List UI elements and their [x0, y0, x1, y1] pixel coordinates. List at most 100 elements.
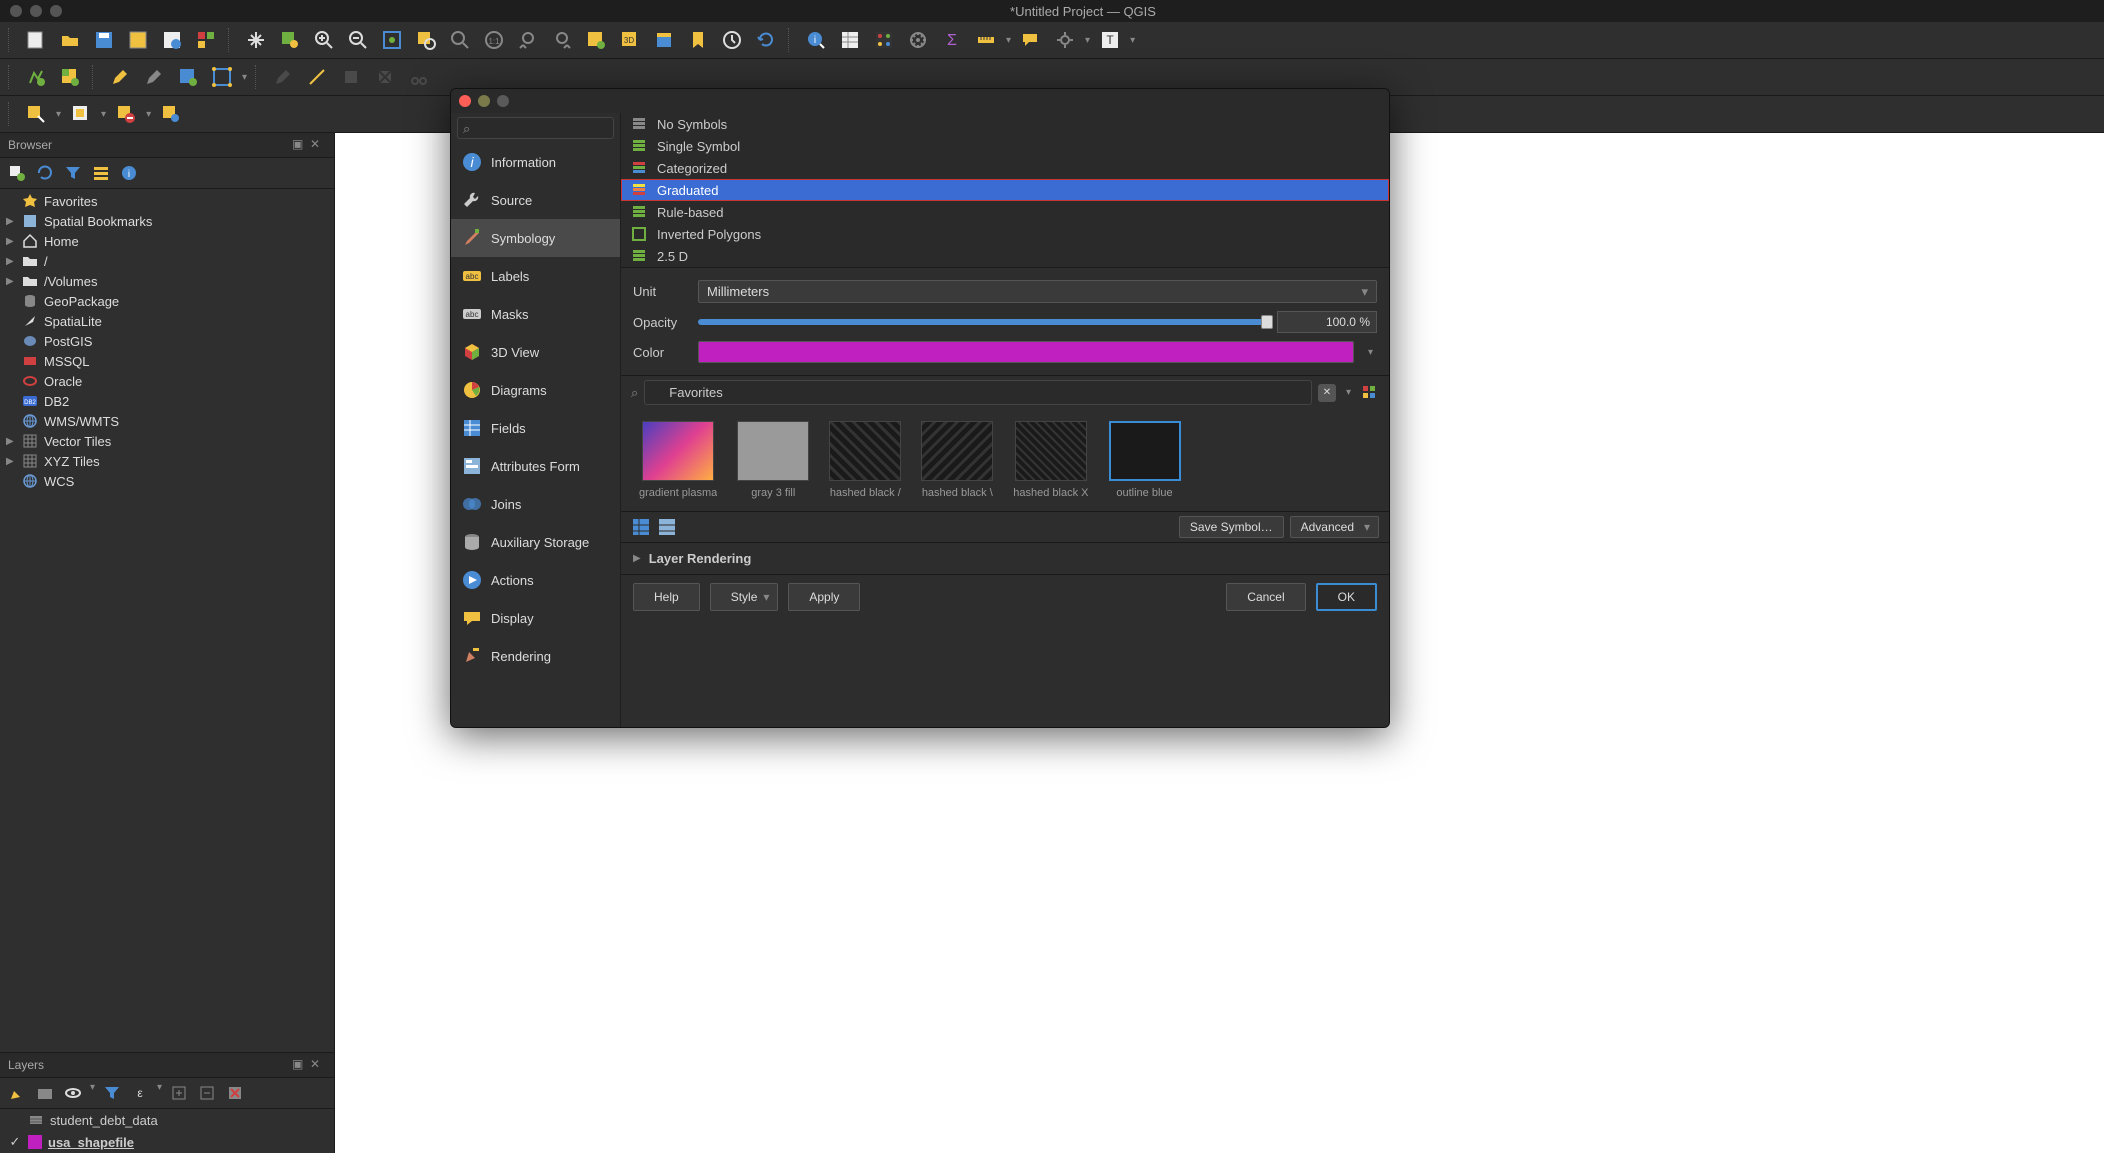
select-all-button[interactable] — [67, 100, 95, 128]
expression-button[interactable]: ε — [129, 1082, 151, 1104]
attributes-table-button[interactable] — [836, 26, 864, 54]
delete-button[interactable] — [371, 63, 399, 91]
nav-diagrams[interactable]: Diagrams — [451, 371, 620, 409]
browser-item[interactable]: MSSQL — [0, 351, 334, 371]
time-button[interactable] — [718, 26, 746, 54]
zoom-next-button[interactable] — [548, 26, 576, 54]
nav-rendering[interactable]: Rendering — [451, 637, 620, 675]
new-project-button[interactable] — [22, 26, 50, 54]
save-symbol-button[interactable]: Save Symbol… — [1179, 516, 1284, 538]
renderer-list[interactable]: No SymbolsSingle SymbolCategorizedGradua… — [621, 113, 1389, 268]
expand-all-button[interactable] — [168, 1082, 190, 1104]
zoom-layer-button[interactable] — [446, 26, 474, 54]
browser-item[interactable]: WMS/WMTS — [0, 411, 334, 431]
window-traffic-lights[interactable] — [0, 5, 62, 17]
browser-item[interactable]: ▶Vector Tiles — [0, 431, 334, 451]
select-location-button[interactable] — [157, 100, 185, 128]
undock-icon[interactable]: ▣ — [292, 1057, 308, 1073]
grid-view-icon[interactable] — [657, 517, 677, 537]
zoom-last-button[interactable] — [514, 26, 542, 54]
collapse-all-button[interactable] — [196, 1082, 218, 1104]
ok-button[interactable]: OK — [1316, 583, 1377, 611]
pan-button[interactable] — [242, 26, 270, 54]
unit-select[interactable]: Millimeters — [698, 280, 1377, 303]
measure-button[interactable] — [972, 26, 1000, 54]
nav-labels[interactable]: abcLabels — [451, 257, 620, 295]
minimize-icon[interactable] — [478, 95, 490, 107]
add-vector-button[interactable] — [22, 63, 50, 91]
deselect-button[interactable] — [112, 100, 140, 128]
browser-item[interactable]: GeoPackage — [0, 291, 334, 311]
open-project-button[interactable] — [56, 26, 84, 54]
symbol-search-input[interactable] — [644, 380, 1312, 405]
text-annotation-button[interactable]: T — [1096, 26, 1124, 54]
layers-list[interactable]: student_debt_data✓usa_shapefile — [0, 1109, 334, 1153]
browser-item[interactable]: ▶XYZ Tiles — [0, 451, 334, 471]
add-group-button[interactable] — [34, 1082, 56, 1104]
edit-toggle-button[interactable] — [106, 63, 134, 91]
opacity-slider[interactable] — [698, 319, 1267, 325]
visibility-button[interactable] — [62, 1082, 84, 1104]
refresh-browser-button[interactable] — [34, 162, 56, 184]
renderer-rule-based[interactable]: Rule-based — [621, 201, 1389, 223]
zoom-in-button[interactable] — [310, 26, 338, 54]
add-raster-button[interactable] — [56, 63, 84, 91]
browser-item[interactable]: PostGIS — [0, 331, 334, 351]
stats-button[interactable]: Σ — [938, 26, 966, 54]
bookmark-button[interactable] — [684, 26, 712, 54]
browser-item[interactable]: ▶/Volumes — [0, 271, 334, 291]
style-manager-icon[interactable] — [1361, 384, 1379, 402]
renderer-categorized[interactable]: Categorized — [621, 157, 1389, 179]
browser-item[interactable]: SpatiaLite — [0, 311, 334, 331]
zoom-native-button[interactable]: 1:1 — [480, 26, 508, 54]
save-button[interactable] — [90, 26, 118, 54]
renderer-no-symbols[interactable]: No Symbols — [621, 113, 1389, 135]
renderer-2.5-d[interactable]: 2.5 D — [621, 245, 1389, 267]
properties-browser-button[interactable]: i — [118, 162, 140, 184]
renderer-graduated[interactable]: Graduated — [621, 179, 1389, 201]
remove-layer-button[interactable] — [224, 1082, 246, 1104]
processing-button[interactable] — [904, 26, 932, 54]
add-feature-button[interactable] — [174, 63, 202, 91]
pan-selection-button[interactable] — [276, 26, 304, 54]
refresh-button[interactable] — [752, 26, 780, 54]
browser-tree[interactable]: Favorites▶Spatial Bookmarks▶Home▶/▶/Volu… — [0, 189, 334, 1052]
style-manager-button[interactable] — [158, 26, 186, 54]
help-button[interactable]: Help — [633, 583, 700, 611]
nav-joins[interactable]: Joins — [451, 485, 620, 523]
renderer-single-symbol[interactable]: Single Symbol — [621, 135, 1389, 157]
close-icon[interactable]: ✕ — [310, 1057, 326, 1073]
symbol-card[interactable]: gray 3 fill — [737, 421, 809, 499]
zoom-full-button[interactable] — [378, 26, 406, 54]
symbol-card[interactable]: outline blue — [1109, 421, 1181, 499]
nav-3d-view[interactable]: 3D View — [451, 333, 620, 371]
symbol-card[interactable]: hashed black \ — [921, 421, 993, 499]
layer-item[interactable]: student_debt_data — [0, 1109, 334, 1131]
chevron-down-icon[interactable]: ▾ — [1342, 387, 1355, 398]
opacity-value-input[interactable] — [1277, 311, 1377, 333]
close-icon[interactable]: ✕ — [310, 137, 326, 153]
filter-browser-button[interactable] — [62, 162, 84, 184]
renderer-inverted-polygons[interactable]: Inverted Polygons — [621, 223, 1389, 245]
cancel-button[interactable]: Cancel — [1226, 583, 1305, 611]
close-icon[interactable] — [459, 95, 471, 107]
undock-icon[interactable]: ▣ — [292, 137, 308, 153]
new-layout-button[interactable] — [124, 26, 152, 54]
browser-item[interactable]: ▶Home — [0, 231, 334, 251]
symbol-card[interactable]: gradient plasma — [639, 421, 717, 499]
zoom-out-button[interactable] — [344, 26, 372, 54]
nav-symbology[interactable]: Symbology — [451, 219, 620, 257]
cut-button[interactable] — [405, 63, 433, 91]
annotation-button[interactable] — [1017, 26, 1045, 54]
list-view-icon[interactable] — [631, 517, 651, 537]
nav-masks[interactable]: abcMasks — [451, 295, 620, 333]
identify-button[interactable]: i — [802, 26, 830, 54]
layout-manager-button[interactable] — [192, 26, 220, 54]
symbol-card[interactable]: hashed black X — [1013, 421, 1088, 499]
dialog-search-input[interactable] — [457, 117, 614, 139]
nav-source[interactable]: Source — [451, 181, 620, 219]
nav-fields[interactable]: Fields — [451, 409, 620, 447]
edit-line-button[interactable] — [303, 63, 331, 91]
browser-item[interactable]: Favorites — [0, 191, 334, 211]
filter-layers-button[interactable] — [101, 1082, 123, 1104]
